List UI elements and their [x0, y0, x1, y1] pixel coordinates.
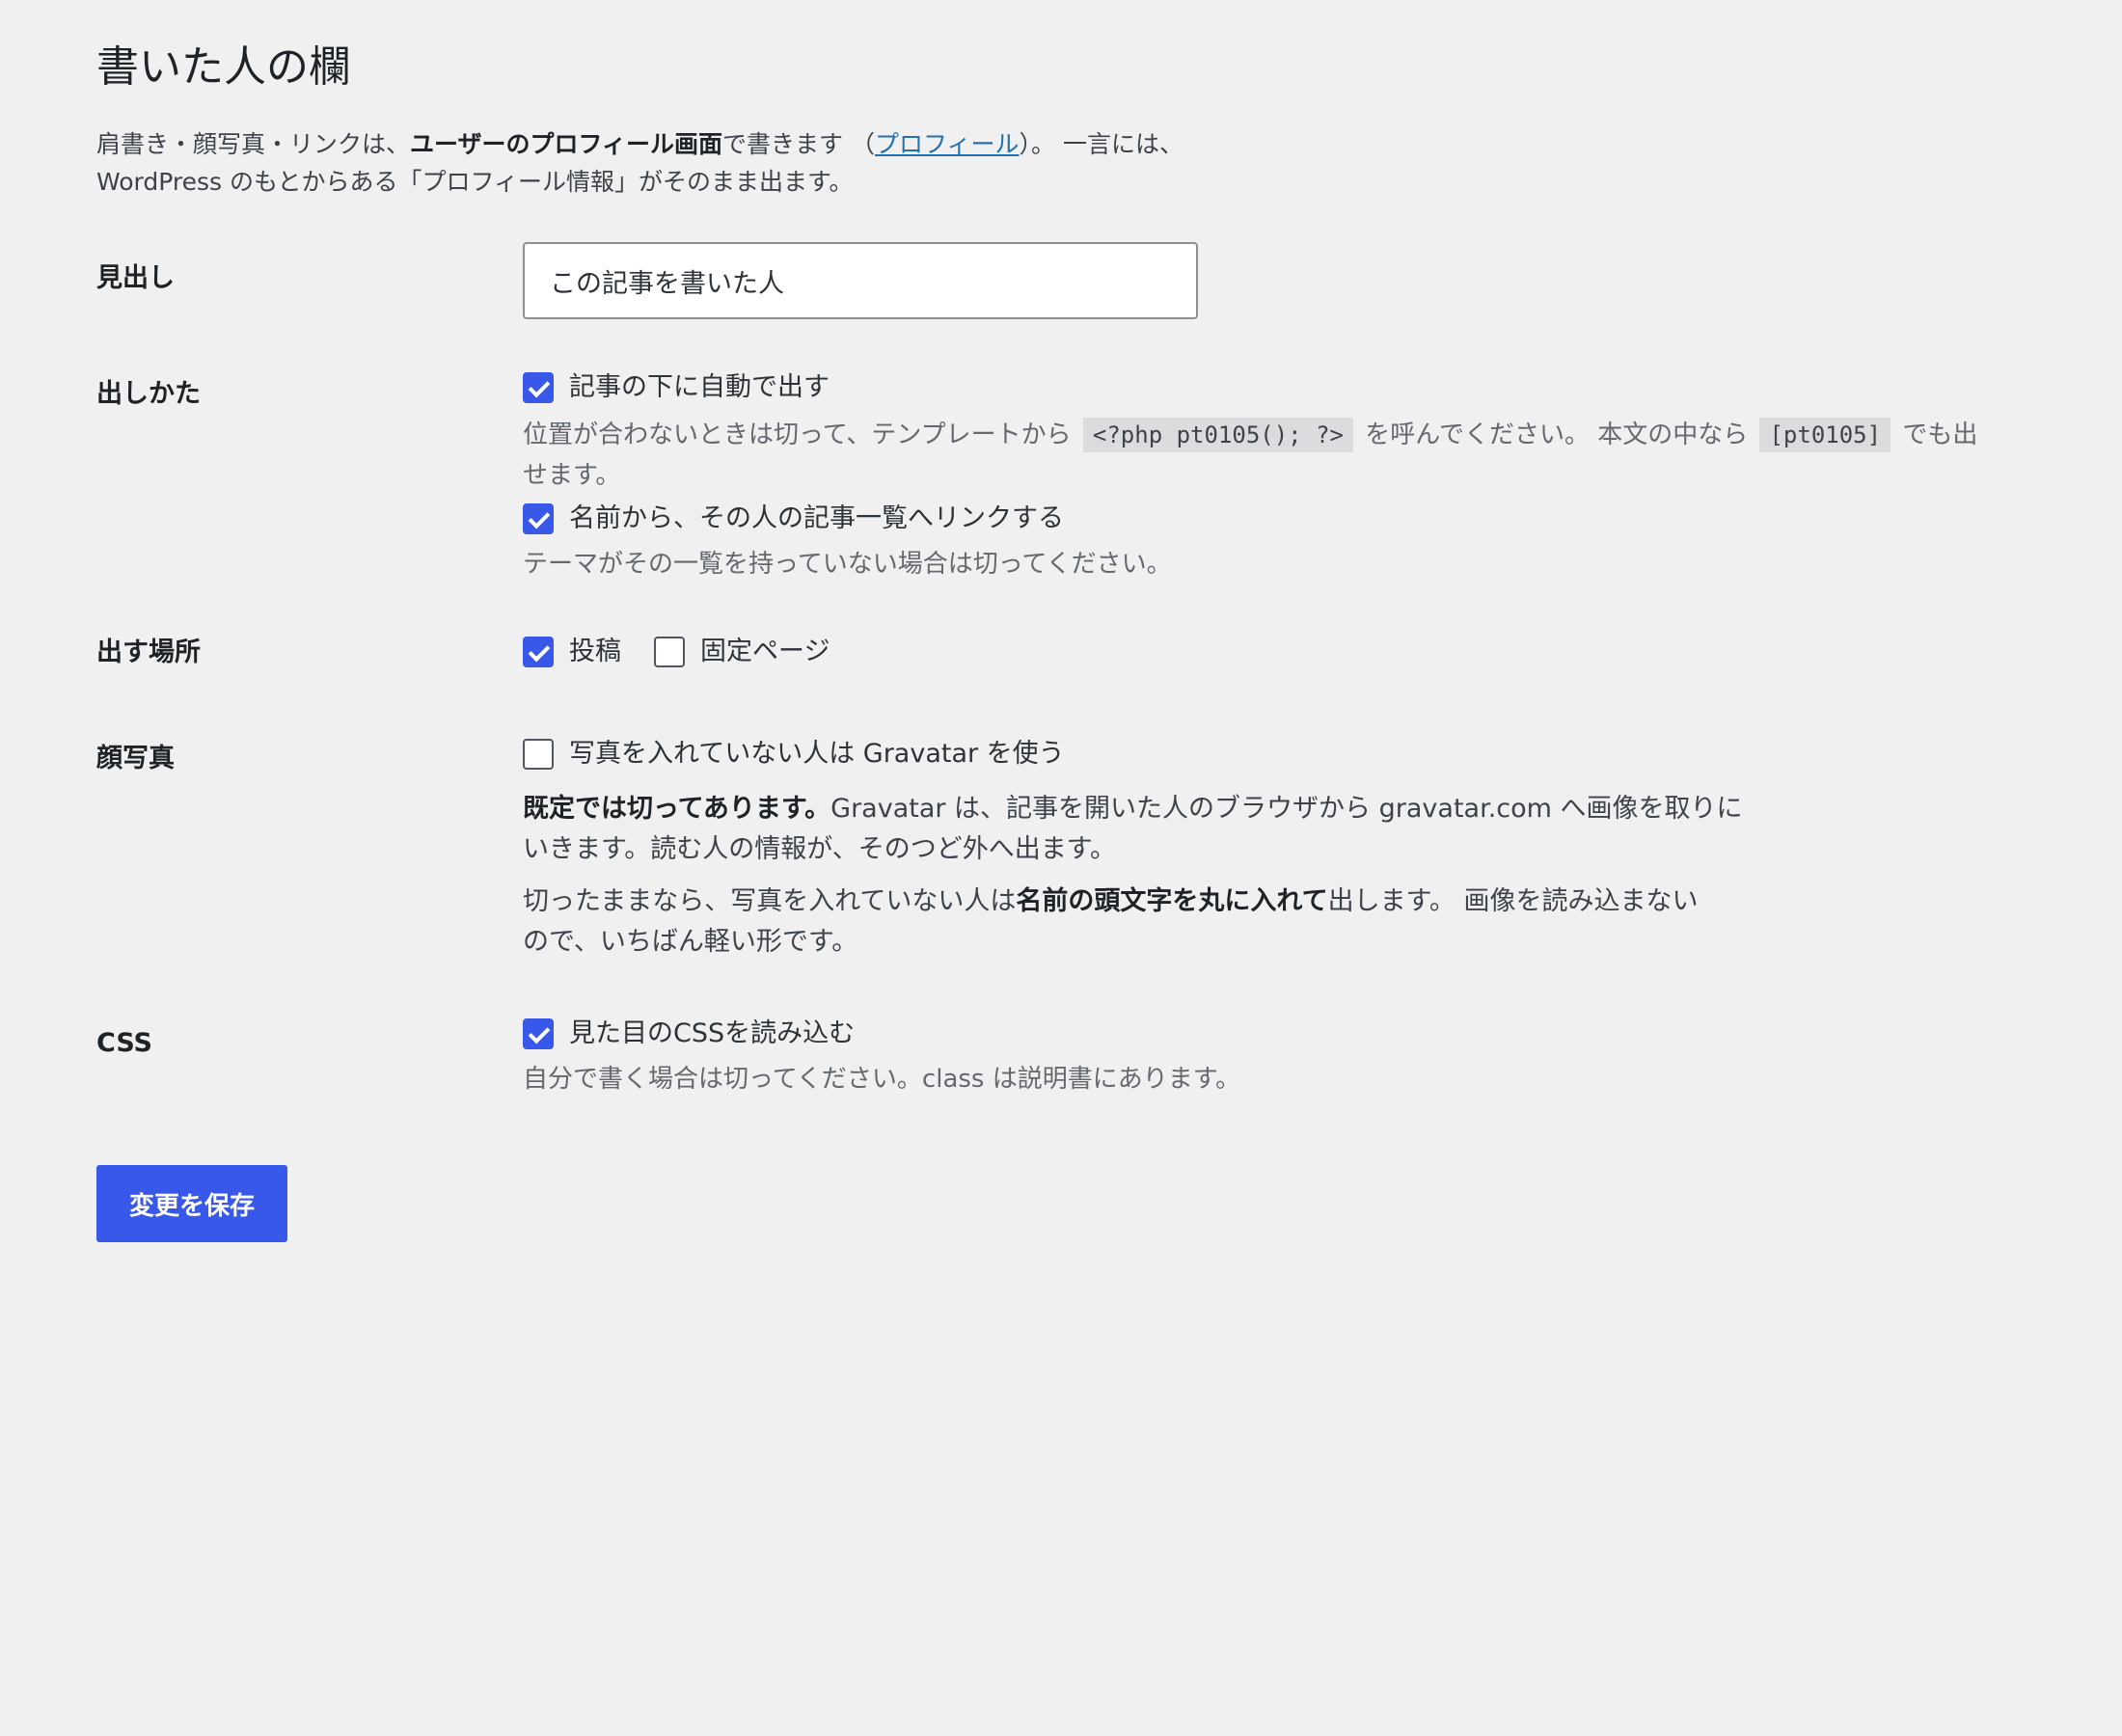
- intro-bold: ユーザーのプロフィール画面: [410, 130, 723, 158]
- heading-row: 見出し: [96, 242, 2064, 319]
- author-link-option[interactable]: 名前から、その人の記事一覧へリンクする: [523, 500, 2064, 538]
- photo-field: 写真を入れていない人は Gravatar を使う 既定では切ってあります。Gra…: [523, 735, 2064, 963]
- initials-part-2: 出します。 画像を読み込まない: [1327, 886, 1699, 916]
- location-options: 投稿 固定ページ: [523, 633, 2064, 671]
- location-label: 出す場所: [96, 637, 201, 667]
- post-label: 投稿: [569, 637, 621, 666]
- gravatar-privacy-note: 既定では切ってあります。Gravatar は、記事を開いた人のブラウザから gr…: [523, 789, 2064, 870]
- profile-link[interactable]: プロフィール: [875, 130, 1020, 158]
- initials-note-line-1: 切ったままなら、写真を入れていない人は名前の頭文字を丸に入れて出します。 画像を…: [523, 882, 2064, 922]
- intro-line-2: WordPress のもとからある「プロフィール情報」がそのまま出ます。: [96, 168, 854, 196]
- initials-part-1: 切ったままなら、写真を入れていない人は: [523, 886, 1017, 916]
- location-field: 投稿 固定ページ: [523, 627, 2064, 671]
- load-css-option[interactable]: 見た目のCSSを読み込む: [523, 1015, 2064, 1053]
- heading-input[interactable]: [523, 242, 1198, 319]
- location-row: 出す場所 投稿 固定ページ: [96, 627, 2064, 672]
- save-changes-button[interactable]: 変更を保存: [96, 1165, 287, 1242]
- intro-text: 肩書き・顔写真・リンクは、ユーザーのプロフィール画面で書きます （プロフィール）…: [96, 125, 2064, 201]
- auto-insert-desc-line-1: 位置が合わないときは切って、テンプレートから <?php pt0105(); ?…: [523, 415, 2064, 455]
- heading-field: [523, 242, 2064, 319]
- display-row: 出しかた 記事の下に自動で出す 位置が合わないときは切って、テンプレートから <…: [96, 368, 2064, 584]
- author-link-checkbox[interactable]: [523, 503, 554, 534]
- css-label: CSS: [96, 1028, 152, 1058]
- css-row: CSS 見た目のCSSを読み込む 自分で書く場合は切ってください。class は…: [96, 1015, 2064, 1099]
- auto-desc-part-1: 位置が合わないときは切って、テンプレートから: [523, 420, 1072, 449]
- photo-row: 顔写真 写真を入れていない人は Gravatar を使う 既定では切ってあります…: [96, 735, 2064, 963]
- gravatar-label: 写真を入れていない人は Gravatar を使う: [569, 739, 1065, 769]
- load-css-checkbox[interactable]: [523, 1018, 554, 1049]
- privacy-note-line-1: 既定では切ってあります。Gravatar は、記事を開いた人のブラウザから gr…: [523, 789, 2064, 829]
- privacy-note-text: Gravatar は、記事を開いた人のブラウザから gravatar.com へ…: [830, 794, 1743, 824]
- display-field: 記事の下に自動で出す 位置が合わないときは切って、テンプレートから <?php …: [523, 368, 2064, 584]
- heading-label: 見出し: [96, 263, 175, 293]
- privacy-note-bold: 既定では切ってあります。: [523, 794, 831, 824]
- auto-insert-description: 位置が合わないときは切って、テンプレートから <?php pt0105(); ?…: [523, 415, 2064, 496]
- submit-area: 変更を保存: [96, 1165, 2064, 1242]
- auto-insert-option[interactable]: 記事の下に自動で出す: [523, 368, 2064, 407]
- settings-page: 書いた人の欄 肩書き・顔写真・リンクは、ユーザーのプロフィール画面で書きます （…: [96, 0, 2064, 1242]
- page-title: 書いた人の欄: [96, 42, 351, 92]
- auto-insert-label: 記事の下に自動で出す: [569, 372, 830, 402]
- initials-bold: 名前の頭文字を丸に入れて: [1016, 886, 1328, 916]
- gravatar-checkbox[interactable]: [523, 739, 554, 770]
- auto-insert-checkbox[interactable]: [523, 372, 554, 403]
- auto-desc-part-2: を呼んでください。 本文の中なら: [1365, 420, 1749, 449]
- privacy-note-line-2: いきます。読む人の情報が、そのつど外へ出ます。: [523, 834, 1117, 864]
- author-link-label: 名前から、その人の記事一覧へリンクする: [569, 503, 1064, 533]
- post-checkbox[interactable]: [523, 637, 554, 667]
- load-css-description: 自分で書く場合は切ってください。class は説明書にあります。: [523, 1065, 1241, 1094]
- auto-insert-desc-line-2: せます。: [523, 461, 621, 490]
- template-tag-code: <?php pt0105(); ?>: [1082, 418, 1353, 452]
- intro-line-1: 肩書き・顔写真・リンクは、ユーザーのプロフィール画面で書きます （プロフィール）…: [96, 125, 2064, 163]
- initials-note: 切ったままなら、写真を入れていない人は名前の頭文字を丸に入れて出します。 画像を…: [523, 882, 2064, 963]
- auto-desc-part-3: でも出: [1902, 420, 1978, 449]
- gravatar-option[interactable]: 写真を入れていない人は Gravatar を使う: [523, 735, 2064, 773]
- intro-part-1: 肩書き・顔写真・リンクは、: [96, 130, 411, 158]
- initials-note-line-2: ので、いちばん軽い形です。: [523, 927, 858, 957]
- load-css-label: 見た目のCSSを読み込む: [569, 1018, 856, 1048]
- css-field: 見た目のCSSを読み込む 自分で書く場合は切ってください。class は説明書に…: [523, 1015, 2064, 1099]
- photo-label: 顔写真: [96, 744, 175, 773]
- display-label: 出しかた: [96, 379, 201, 409]
- intro-part-3: ）。 一言には、: [1019, 130, 1183, 158]
- intro-part-2: で書きます （: [722, 130, 875, 158]
- author-link-description: テーマがその一覧を持っていない場合は切ってください。: [523, 550, 1172, 579]
- page-label: 固定ページ: [700, 637, 830, 666]
- page-checkbox[interactable]: [654, 637, 685, 667]
- shortcode-code: [pt0105]: [1759, 418, 1891, 452]
